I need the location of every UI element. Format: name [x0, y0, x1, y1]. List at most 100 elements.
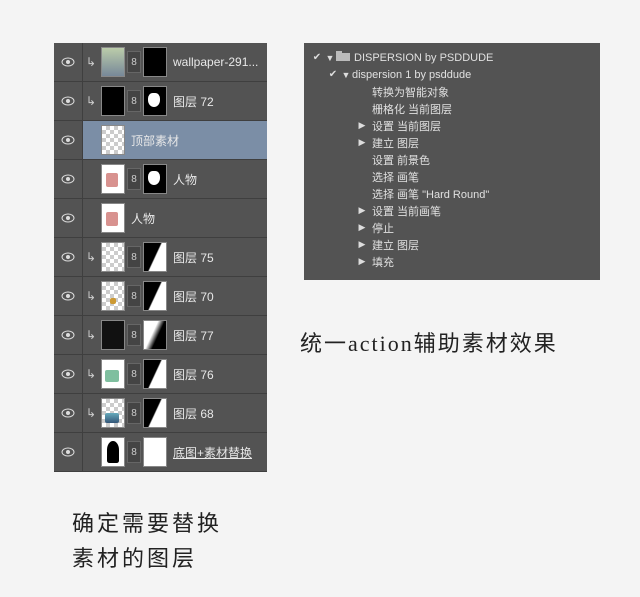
- chevron-down-icon[interactable]: ▼: [324, 53, 336, 63]
- layer-thumbnail[interactable]: [101, 47, 125, 77]
- clip-indicator: ↳: [83, 328, 99, 342]
- chevron-right-icon[interactable]: ▶: [356, 205, 368, 216]
- layer-name[interactable]: 图层 72: [173, 93, 267, 110]
- layer-name[interactable]: 顶部素材: [131, 132, 267, 149]
- visibility-toggle[interactable]: [54, 160, 83, 198]
- visibility-toggle[interactable]: [54, 82, 83, 120]
- clip-indicator: ↳: [83, 94, 99, 108]
- layer-mask-thumbnail[interactable]: [143, 320, 167, 350]
- action-name: dispersion 1 by psddude: [352, 69, 471, 81]
- action-step-row[interactable]: ▶建立 图层: [304, 236, 600, 253]
- visibility-toggle[interactable]: [54, 433, 83, 471]
- eye-icon: [61, 447, 75, 457]
- folder-icon: [336, 51, 350, 64]
- action-step-label: 设置 前景色: [372, 152, 430, 168]
- caption-left: 确定需要替换 素材的图层: [72, 506, 222, 576]
- chevron-right-icon[interactable]: ▶: [356, 222, 368, 233]
- layer-name[interactable]: 图层 68: [173, 405, 267, 422]
- layer-row-selected[interactable]: 顶部素材: [54, 121, 267, 160]
- layer-row[interactable]: ↳ 8 图层 68: [54, 394, 267, 433]
- layer-name[interactable]: 图层 76: [173, 366, 267, 383]
- layer-name[interactable]: 人物: [173, 171, 267, 188]
- layer-row[interactable]: ↳ 8 图层 72: [54, 82, 267, 121]
- clip-indicator: ↳: [83, 406, 99, 420]
- layer-row[interactable]: ↳ 8 图层 77: [54, 316, 267, 355]
- layer-name[interactable]: 底图+素材替换: [173, 444, 267, 461]
- clip-indicator: ↳: [83, 367, 99, 381]
- action-step-row[interactable]: 设置 前景色: [304, 151, 600, 168]
- visibility-toggle[interactable]: [54, 43, 83, 81]
- visibility-toggle[interactable]: [54, 394, 83, 432]
- layer-thumbnail[interactable]: [101, 281, 125, 311]
- layer-row[interactable]: ↳ 8 wallpaper-291...: [54, 43, 267, 82]
- visibility-toggle[interactable]: [54, 355, 83, 393]
- action-step-label: 设置 当前图层: [372, 118, 441, 134]
- visibility-toggle[interactable]: [54, 316, 83, 354]
- layer-mask-thumbnail[interactable]: [143, 398, 167, 428]
- action-step-row[interactable]: ▶ 填充: [304, 253, 600, 270]
- layer-mask-thumbnail[interactable]: [143, 47, 167, 77]
- action-set-row[interactable]: ✔ ▼ DISPERSION by PSDDUDE: [304, 49, 600, 66]
- layer-mask-thumbnail[interactable]: [143, 281, 167, 311]
- action-step-row[interactable]: ▶ 停止: [304, 219, 600, 236]
- layer-name[interactable]: 图层 70: [173, 288, 267, 305]
- layer-mask-thumbnail[interactable]: [143, 164, 167, 194]
- action-step-row[interactable]: ▶ 设置 当前图层: [304, 117, 600, 134]
- visibility-toggle[interactable]: [54, 238, 83, 276]
- action-step-row[interactable]: 选择 画笔: [304, 168, 600, 185]
- action-step-row[interactable]: 栅格化 当前图层: [304, 100, 600, 117]
- visibility-toggle[interactable]: [54, 199, 83, 237]
- layers-panel: ↳ 8 wallpaper-291... ↳ 8 图层 72: [54, 43, 267, 472]
- layer-row[interactable]: 人物: [54, 199, 267, 238]
- visibility-toggle[interactable]: [54, 277, 83, 315]
- layer-name[interactable]: wallpaper-291...: [173, 55, 267, 69]
- layer-thumbnail[interactable]: [101, 86, 125, 116]
- eye-icon: [61, 135, 75, 145]
- layer-thumbnail[interactable]: [101, 437, 125, 467]
- chevron-right-icon[interactable]: ▶: [356, 256, 368, 267]
- action-row[interactable]: ✔ ▼ dispersion 1 by psddude: [304, 66, 600, 83]
- eye-icon: [61, 213, 75, 223]
- link-icon: 8: [127, 168, 141, 190]
- layer-name[interactable]: 人物: [131, 210, 267, 227]
- layer-mask-thumbnail[interactable]: [143, 359, 167, 389]
- caption-right: 统一action辅助素材效果: [300, 326, 558, 361]
- toggle-checkbox[interactable]: ✔: [326, 69, 340, 80]
- chevron-down-icon[interactable]: ▼: [340, 70, 352, 80]
- layer-row[interactable]: ↳ 8 图层 70: [54, 277, 267, 316]
- layer-thumbnail[interactable]: [101, 164, 125, 194]
- layer-row[interactable]: 8 人物: [54, 160, 267, 199]
- toggle-checkbox[interactable]: ✔: [310, 52, 324, 63]
- action-step-row[interactable]: ▶设置 当前画笔: [304, 202, 600, 219]
- layer-row[interactable]: ↳ 8 图层 76: [54, 355, 267, 394]
- layer-mask-thumbnail[interactable]: [143, 242, 167, 272]
- layer-thumbnail[interactable]: [101, 359, 125, 389]
- visibility-toggle[interactable]: [54, 121, 83, 159]
- layer-thumbnail[interactable]: [101, 203, 125, 233]
- action-step-row[interactable]: ▶建立 图层: [304, 134, 600, 151]
- chevron-right-icon[interactable]: ▶: [356, 120, 368, 131]
- action-step-label: 停止: [372, 220, 394, 236]
- layer-name[interactable]: 图层 77: [173, 327, 267, 344]
- caption-text: 确定需要替换: [72, 511, 222, 536]
- layer-thumbnail[interactable]: [101, 125, 125, 155]
- action-step-row[interactable]: 选择 画笔 "Hard Round": [304, 185, 600, 202]
- layer-row[interactable]: ↳ 8 图层 75: [54, 238, 267, 277]
- link-icon: 8: [127, 51, 141, 73]
- layer-mask-thumbnail[interactable]: [143, 437, 167, 467]
- link-icon: 8: [127, 90, 141, 112]
- layer-thumbnail[interactable]: [101, 320, 125, 350]
- clip-indicator: ↳: [83, 55, 99, 69]
- layer-thumbnail[interactable]: [101, 398, 125, 428]
- action-step-row[interactable]: 转换为智能对象: [304, 83, 600, 100]
- layer-name[interactable]: 图层 75: [173, 249, 267, 266]
- action-step-label: 填充: [372, 254, 394, 270]
- layer-thumbnail[interactable]: [101, 242, 125, 272]
- link-icon: 8: [127, 324, 141, 346]
- layer-row[interactable]: 8 底图+素材替换: [54, 433, 267, 472]
- layer-mask-thumbnail[interactable]: [143, 86, 167, 116]
- actions-panel: ✔ ▼ DISPERSION by PSDDUDE ✔ ▼ dispersion…: [304, 43, 600, 280]
- action-set-name: DISPERSION by PSDDUDE: [354, 52, 493, 64]
- chevron-right-icon[interactable]: ▶: [356, 239, 368, 250]
- chevron-right-icon[interactable]: ▶: [356, 137, 368, 148]
